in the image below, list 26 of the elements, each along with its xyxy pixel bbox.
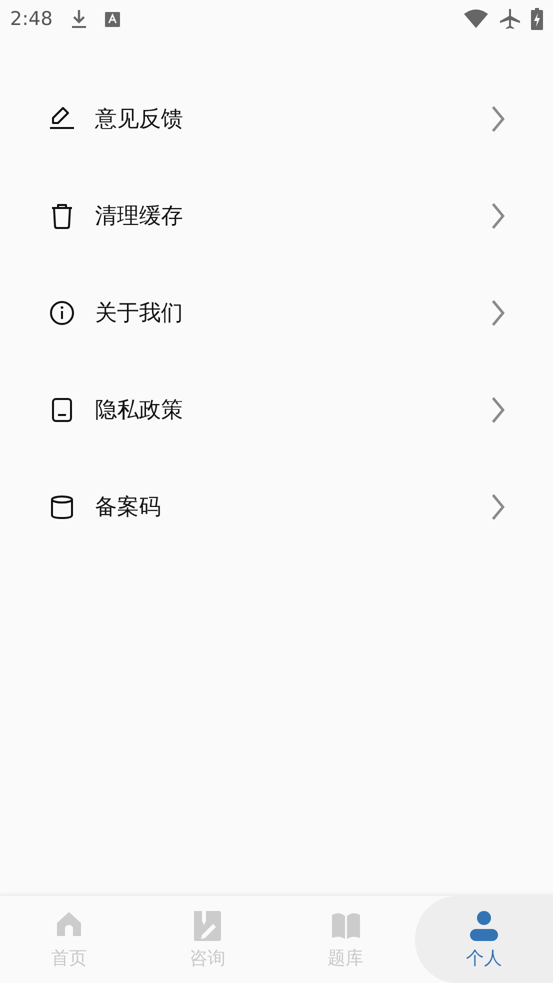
menu-label: 关于我们	[95, 300, 184, 328]
battery-icon	[531, 8, 543, 30]
notebook-icon	[191, 909, 224, 943]
menu-item[interactable]: 意见反馈	[0, 70, 553, 167]
chevron-icon	[491, 104, 505, 132]
wifi-icon	[463, 9, 489, 29]
menu-label: 隐私政策	[95, 396, 184, 424]
info-icon	[48, 298, 76, 326]
download-icon	[70, 9, 87, 29]
menu-item[interactable]: 清理缓存	[0, 167, 553, 264]
airplane-icon	[499, 8, 521, 30]
menu-label: 意见反馈	[95, 106, 184, 134]
chevron-icon	[491, 202, 505, 230]
chevron-icon	[491, 396, 505, 424]
cylinder-icon	[48, 492, 76, 520]
nav-tab[interactable]: 个人	[414, 896, 553, 983]
person-icon	[468, 909, 500, 943]
menu-item[interactable]: 关于我们	[0, 264, 553, 361]
menu-label: 备案码	[95, 494, 162, 522]
menu-item[interactable]: 隐私政策	[0, 361, 553, 458]
status-time: 2:48	[10, 8, 53, 30]
chevron-icon	[491, 492, 505, 520]
chevron-icon	[491, 298, 505, 326]
menu-item[interactable]: 备案码	[0, 458, 553, 555]
keyboard-icon	[104, 12, 120, 26]
menu-label: 清理缓存	[95, 202, 184, 230]
